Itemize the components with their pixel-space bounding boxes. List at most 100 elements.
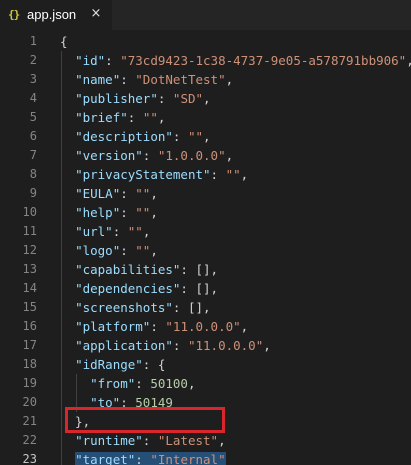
json-punctuation [60, 376, 90, 391]
code-line[interactable]: 12 "logo": "", [0, 241, 411, 260]
code-text: "capabilities": [], [60, 260, 218, 279]
json-punctuation [60, 452, 75, 465]
line-number: 18 [22, 357, 37, 371]
code-line[interactable]: 3 "name": "DotNetTest", [0, 70, 411, 89]
json-punctuation: , [157, 110, 166, 125]
json-punctuation: : [], [180, 281, 219, 296]
json-string: "73cd9423-1c38-4737-9e05-a578791bb906" [120, 53, 407, 68]
json-punctuation: : [127, 110, 143, 125]
json-key: "description" [75, 129, 173, 144]
json-string: "" [135, 186, 151, 201]
json-punctuation: : [120, 205, 136, 220]
line-number: 11 [22, 224, 37, 238]
json-punctuation [60, 91, 75, 106]
json-punctuation: , [225, 148, 234, 163]
code-text: "id": "73cd9423-1c38-4737-9e05-a578791bb… [60, 51, 411, 70]
json-punctuation: : { [142, 357, 166, 372]
line-number: 22 [22, 433, 37, 447]
code-line[interactable]: 4 "publisher": "SD", [0, 89, 411, 108]
json-punctuation [60, 224, 75, 239]
code-text: "help": "", [60, 203, 158, 222]
json-punctuation [60, 167, 75, 182]
code-line[interactable]: 11 "url": "", [0, 222, 411, 241]
json-key: "help" [75, 205, 121, 220]
json-punctuation: , [142, 224, 151, 239]
code-line[interactable]: 16 "platform": "11.0.0.0", [0, 317, 411, 336]
code-line[interactable]: 8 "privacyStatement": "", [0, 165, 411, 184]
line-number: 10 [22, 205, 37, 219]
json-key: "EULA" [75, 186, 121, 201]
json-string: "" [135, 243, 151, 258]
code-line[interactable]: 5 "brief": "", [0, 108, 411, 127]
line-number: 20 [22, 395, 37, 409]
json-punctuation: : [172, 129, 188, 144]
code-editor[interactable]: 1{2 "id": "73cd9423-1c38-4737-9e05-a5787… [0, 30, 411, 465]
close-icon[interactable]: × [89, 6, 103, 22]
json-punctuation: , [203, 129, 211, 144]
json-punctuation [60, 129, 75, 144]
code-line[interactable]: 6 "description": "", [0, 127, 411, 146]
json-key: "brief" [75, 110, 128, 125]
tab-title: app.json [27, 7, 77, 22]
line-number: 3 [29, 72, 37, 86]
tab-app-json[interactable]: {} app.json × [0, 0, 112, 30]
line-number: 14 [22, 281, 37, 295]
line-number: 2 [29, 53, 37, 67]
json-punctuation: , [218, 433, 226, 448]
code-line[interactable]: 9 "EULA": "", [0, 184, 411, 203]
code-text: "version": "1.0.0.0", [60, 146, 233, 165]
code-text: "idRange": { [60, 355, 165, 374]
line-number: 23 [22, 452, 37, 465]
code-line[interactable]: 23 "target": "Internal" [0, 450, 411, 465]
code-line[interactable]: 7 "version": "1.0.0.0", [0, 146, 411, 165]
line-number: 7 [29, 148, 37, 162]
code-text: "target": "Internal" [60, 450, 226, 465]
json-punctuation: , [203, 91, 211, 106]
code-line[interactable]: 2 "id": "73cd9423-1c38-4737-9e05-a578791… [0, 51, 411, 70]
json-key: "version" [75, 148, 143, 163]
json-punctuation [60, 262, 75, 277]
code-line[interactable]: 17 "application": "11.0.0.0", [0, 336, 411, 355]
code-line[interactable]: 15 "screenshots": [], [0, 298, 411, 317]
code-line[interactable]: 1{ [0, 32, 411, 51]
json-key: "privacyStatement" [75, 167, 211, 182]
code-text: "application": "11.0.0.0", [60, 336, 271, 355]
code-line[interactable]: 18 "idRange": { [0, 355, 411, 374]
json-string: "" [127, 224, 143, 239]
json-punctuation: , [240, 167, 249, 182]
json-key: "from" [90, 376, 136, 391]
json-key: "dependencies" [75, 281, 181, 296]
json-punctuation: : [120, 243, 136, 258]
code-line[interactable]: 19 "from": 50100, [0, 374, 411, 393]
json-punctuation: : [105, 53, 121, 68]
code-text: "logo": "", [60, 241, 158, 260]
json-punctuation [60, 186, 75, 201]
line-number: 8 [29, 167, 37, 181]
code-line[interactable]: 14 "dependencies": [], [0, 279, 411, 298]
json-punctuation: , [150, 186, 158, 201]
line-number: 17 [22, 338, 37, 352]
json-punctuation: , [187, 376, 196, 391]
json-punctuation: : [210, 167, 226, 182]
json-punctuation: : [135, 452, 151, 465]
json-string: "11.0.0.0" [187, 338, 264, 353]
line-number: 21 [22, 414, 37, 428]
code-text: "platform": "11.0.0.0", [60, 317, 248, 336]
code-line[interactable]: 10 "help": "", [0, 203, 411, 222]
json-key: "target" [75, 452, 136, 465]
line-number: 12 [22, 243, 37, 257]
code-line[interactable]: 22 "runtime": "Latest", [0, 431, 411, 450]
code-text: "brief": "", [60, 108, 165, 127]
json-punctuation [60, 338, 75, 353]
json-punctuation: : [157, 91, 173, 106]
json-punctuation [60, 300, 75, 315]
code-text: { [60, 32, 68, 51]
json-string: "Internal" [150, 452, 226, 465]
line-number: 5 [29, 110, 37, 124]
json-punctuation: : [150, 319, 166, 334]
json-key: "id" [75, 53, 106, 68]
code-line[interactable]: 13 "capabilities": [], [0, 260, 411, 279]
json-punctuation [60, 319, 75, 334]
code-text: "screenshots": [], [60, 298, 210, 317]
json-punctuation: : [142, 433, 158, 448]
